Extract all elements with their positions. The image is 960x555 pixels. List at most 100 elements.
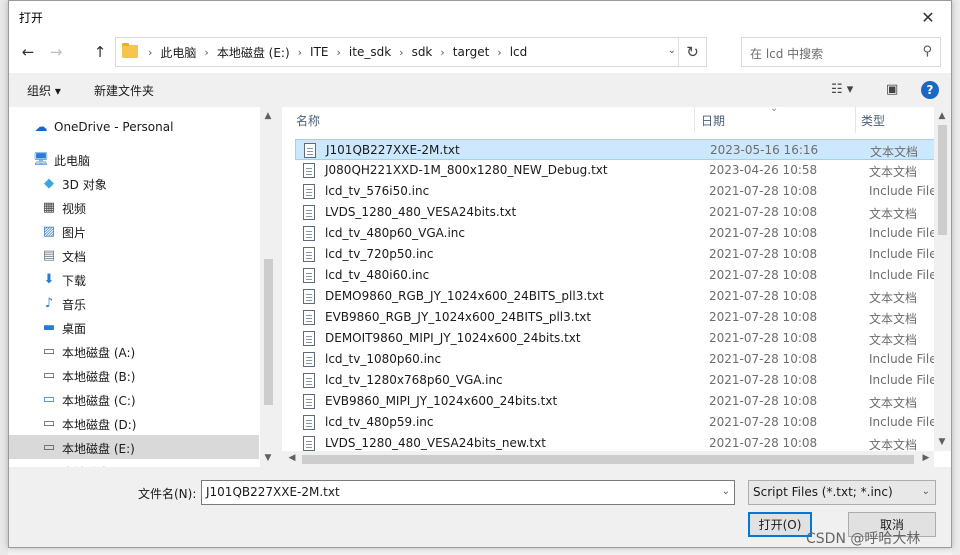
files-scroll-thumb[interactable]: [938, 125, 947, 235]
file-name: J101QB227XXE-2M.txt: [326, 143, 460, 157]
chevron-down-icon[interactable]: ⌄: [922, 486, 930, 497]
breadcrumb-separator[interactable]: ›: [148, 46, 152, 59]
file-name: LVDS_1280_480_VESA24bits_new.txt: [325, 436, 546, 450]
file-row[interactable]: DEMOIT9860_MIPI_JY_1024x600_24bits.txt 20…: [295, 328, 935, 349]
refresh-button[interactable]: ↻: [678, 38, 706, 66]
file-row[interactable]: EVB9860_RGB_JY_1024x600_24BITS_pll3.txt 2…: [295, 307, 935, 328]
nav-scroll-thumb[interactable]: [264, 259, 273, 405]
open-button[interactable]: 打开(O): [748, 512, 812, 537]
sidebar-item[interactable]: ▭本地磁盘 (F:): [9, 459, 259, 468]
close-button[interactable]: ✕: [905, 1, 951, 33]
breadcrumb-separator[interactable]: ›: [399, 46, 403, 59]
file-type: 文本文档: [869, 312, 918, 326]
command-toolbar: 组织 ▾ 新建文件夹 ☷ ▾ ▣ ?: [9, 73, 951, 107]
scroll-down-arrow-icon[interactable]: ▼: [260, 453, 276, 463]
forward-button[interactable]: →: [45, 41, 67, 63]
breadcrumb-separator[interactable]: ›: [298, 46, 302, 59]
new-folder-button[interactable]: 新建文件夹: [94, 82, 154, 99]
up-button[interactable]: ↑: [89, 41, 111, 63]
help-icon[interactable]: ?: [921, 81, 939, 99]
files-horizontal-scrollbar[interactable]: ◀ ▶: [282, 451, 934, 468]
navigation-pane: ☁ OneDrive - Personal 🖥 此电脑 ◆ 3D 对象 ▦ 视频 ▨ 图片 ▤ 文档 ⬇…: [9, 107, 277, 467]
column-header-name[interactable]: 名称: [296, 107, 320, 133]
sidebar-item[interactable]: ▬ 桌面: [9, 315, 259, 339]
file-row[interactable]: DEMO9860_RGB_JY_1024x600_24BITS_pll3.txt…: [295, 286, 935, 307]
file-date: 2021-07-28 10:08: [709, 436, 818, 450]
scroll-left-arrow-icon[interactable]: ◀: [284, 453, 300, 463]
breadcrumb-separator[interactable]: ›: [440, 46, 444, 59]
files-vertical-scrollbar[interactable]: ▲ ▼: [934, 107, 951, 451]
file-row[interactable]: lcd_tv_480i60.inc 2021-07-28 10:08 Include…: [295, 265, 937, 286]
drive-icon: ▭: [42, 439, 56, 455]
close-icon: ✕: [921, 7, 935, 27]
breadcrumb-item[interactable]: 本地磁盘 (E:): [217, 44, 290, 61]
breadcrumb-separator[interactable]: ›: [497, 46, 501, 59]
filename-value[interactable]: J101QB227XXE-2M.txt: [206, 485, 340, 499]
title-bar: 打开 ✕: [9, 1, 951, 33]
text-file-icon: [303, 268, 315, 283]
filename-field[interactable]: J101QB227XXE-2M.txt ⌄: [201, 480, 735, 505]
scroll-right-arrow-icon[interactable]: ▶: [918, 453, 934, 463]
breadcrumb-separator[interactable]: ›: [337, 46, 341, 59]
column-divider[interactable]: [694, 107, 695, 133]
breadcrumb-item[interactable]: target: [453, 45, 490, 59]
horizontal-scroll-thumb[interactable]: [302, 455, 914, 464]
search-icon: ⚲: [922, 44, 932, 59]
search-input[interactable]: 在 lcd 中搜索: [750, 45, 823, 62]
filetype-select[interactable]: Script Files (*.txt; *.inc) ⌄: [748, 480, 936, 505]
chevron-down-icon[interactable]: ⌄: [722, 486, 730, 497]
file-row[interactable]: J101QB227XXE-2M.txt 2023-05-16 16:16 文本文档: [295, 139, 935, 160]
sidebar-item[interactable]: ▭ 本地磁盘 (C:): [9, 387, 259, 411]
file-row[interactable]: lcd_tv_720p50.inc 2021-07-28 10:08 Include…: [295, 244, 937, 265]
sidebar-item[interactable]: ▨ 图片: [9, 219, 259, 243]
preview-pane-icon[interactable]: ▣: [886, 82, 898, 97]
sidebar-item[interactable]: ▭ 本地磁盘 (D:): [9, 411, 259, 435]
column-header-type[interactable]: 类型: [861, 107, 885, 133]
scroll-down-arrow-icon[interactable]: ▼: [934, 437, 950, 447]
sidebar-item[interactable]: ▭ 本地磁盘 (A:): [9, 339, 259, 363]
file-row[interactable]: lcd_tv_480p59.inc 2021-07-28 10:08 Include…: [295, 412, 937, 433]
search-box[interactable]: 在 lcd 中搜索 ⚲: [741, 37, 941, 67]
breadcrumb-item[interactable]: lcd: [510, 45, 528, 59]
sidebar-item[interactable]: ▦ 视频: [9, 195, 259, 219]
sidebar-item-label: 3D 对象: [62, 178, 107, 192]
file-date: 2021-07-28 10:08: [709, 331, 818, 345]
text-file-icon: [303, 226, 315, 241]
file-row[interactable]: lcd_tv_576i50.inc 2021-07-28 10:08 Include…: [295, 181, 937, 202]
breadcrumb-item[interactable]: 此电脑: [160, 44, 196, 61]
file-name: lcd_tv_1280x768p60_VGA.inc: [325, 373, 503, 387]
sidebar-item[interactable]: ☁ OneDrive - Personal: [9, 115, 259, 139]
file-row[interactable]: lcd_tv_480p60_VGA.inc 2021-07-28 10:08 Inc…: [295, 223, 937, 244]
column-header-date[interactable]: 日期: [701, 107, 725, 133]
background-right-strip: [952, 0, 960, 555]
column-divider[interactable]: [855, 107, 856, 133]
breadcrumb-item[interactable]: ITE: [310, 45, 328, 59]
file-type: 文本文档: [869, 207, 918, 221]
text-file-icon: [303, 394, 315, 409]
scroll-up-arrow-icon[interactable]: ▲: [260, 111, 276, 121]
breadcrumb-separator[interactable]: ›: [204, 46, 208, 59]
file-row[interactable]: lcd_tv_1280x768p60_VGA.inc 2021-07-28 10:…: [295, 370, 937, 391]
view-options-icon[interactable]: ☷ ▾: [831, 82, 853, 97]
breadcrumb-item[interactable]: sdk: [412, 45, 433, 59]
nav-vertical-scrollbar[interactable]: ▲ ▼: [260, 107, 277, 467]
sidebar-item[interactable]: ⬇ 下载: [9, 267, 259, 291]
sidebar-item[interactable]: ♪ 音乐: [9, 291, 259, 315]
sidebar-item[interactable]: ◆ 3D 对象: [9, 171, 259, 195]
back-button[interactable]: ←: [17, 41, 39, 63]
file-row[interactable]: J080QH221XXD-1M_800x1280_NEW_Debug.txt 20…: [295, 160, 935, 181]
filetype-value: Script Files (*.txt; *.inc): [753, 485, 893, 499]
organize-menu-button[interactable]: 组织 ▾: [27, 82, 61, 99]
file-row[interactable]: EVB9860_MIPI_JY_1024x600_24bits.txt 2021-…: [295, 391, 935, 412]
sidebar-item[interactable]: 🖥 此电脑: [9, 147, 259, 171]
file-row[interactable]: lcd_tv_1080p60.inc 2021-07-28 10:08 Includ…: [295, 349, 937, 370]
file-row[interactable]: LVDS_1280_480_VESA24bits.txt 2021-07-28 1…: [295, 202, 935, 223]
address-bar[interactable]: › 此电脑 › 本地磁盘 (E:) › ITE › ite_sdk › sdk …: [115, 37, 707, 67]
sidebar-item[interactable]: ▤ 文档: [9, 243, 259, 267]
drive-icon: ▭: [42, 343, 56, 359]
scroll-up-arrow-icon[interactable]: ▲: [934, 111, 950, 121]
sidebar-item[interactable]: ▭ 本地磁盘 (E:): [9, 435, 259, 459]
address-dropdown-icon[interactable]: ⌄: [668, 45, 676, 56]
sidebar-item[interactable]: ▭ 本地磁盘 (B:): [9, 363, 259, 387]
breadcrumb-item[interactable]: ite_sdk: [349, 45, 391, 59]
